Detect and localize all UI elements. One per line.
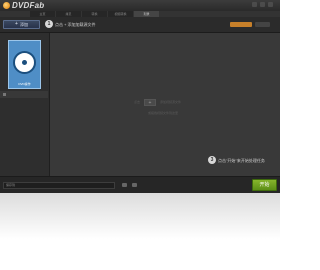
center-add-icon[interactable]: +: [144, 98, 157, 106]
main-panel[interactable]: 点击 + 添加视频源文件 或拖拽视频文件到这里: [50, 33, 280, 176]
logo-icon: [3, 2, 10, 9]
window-reflection: [0, 193, 280, 270]
app-brand: DVDFab: [12, 1, 45, 10]
add-button[interactable]: + 添加: [3, 20, 40, 29]
step-1-hint: 点击 + 添加加载源文件: [55, 22, 96, 27]
toolbar-settings-button[interactable]: [255, 22, 270, 27]
title-bar: DVDFab: [0, 0, 280, 11]
plus-icon: +: [15, 21, 18, 27]
mode-card-dvd[interactable]: DVD操作: [8, 40, 41, 89]
maximize-icon[interactable]: [260, 2, 265, 7]
app-window: DVDFab 主页 拷贝 转换 视频转换 刻录 + 添加 1 点击 + 添加加载…: [0, 0, 280, 193]
iso-icon[interactable]: [132, 183, 137, 187]
output-directory-field[interactable]: 保存到: [3, 182, 115, 189]
empty-state-hint: 点击 + 添加视频源文件: [134, 98, 181, 106]
app-logo: DVDFab: [3, 0, 44, 11]
bottom-bar: 保存到 开始: [0, 176, 280, 193]
minimize-icon[interactable]: [252, 2, 257, 7]
start-button[interactable]: 开始: [252, 179, 277, 191]
empty-hint-suffix: 添加视频源文件: [160, 100, 182, 104]
toolbar: + 添加 1 点击 + 添加加载源文件: [0, 17, 280, 33]
mode-sidebar: DVD操作: [0, 33, 50, 176]
close-icon[interactable]: [268, 2, 273, 7]
empty-hint-sub: 或拖拽视频文件到这里: [148, 111, 179, 115]
step-3-hint: 点击"开始"来开始处理任务: [218, 158, 265, 163]
folder-icon[interactable]: [122, 183, 127, 187]
step-1-badge: 1: [45, 20, 53, 28]
empty-hint-prefix: 点击: [134, 100, 141, 104]
step-3-badge: 3: [208, 156, 216, 164]
toolbar-action-button[interactable]: [230, 22, 252, 27]
mode-card-label: DVD操作: [18, 82, 31, 86]
disc-icon: [13, 51, 36, 74]
add-button-label: 添加: [19, 22, 28, 27]
sub-mode-icon: [3, 93, 6, 96]
sidebar-subitem[interactable]: [0, 91, 48, 98]
